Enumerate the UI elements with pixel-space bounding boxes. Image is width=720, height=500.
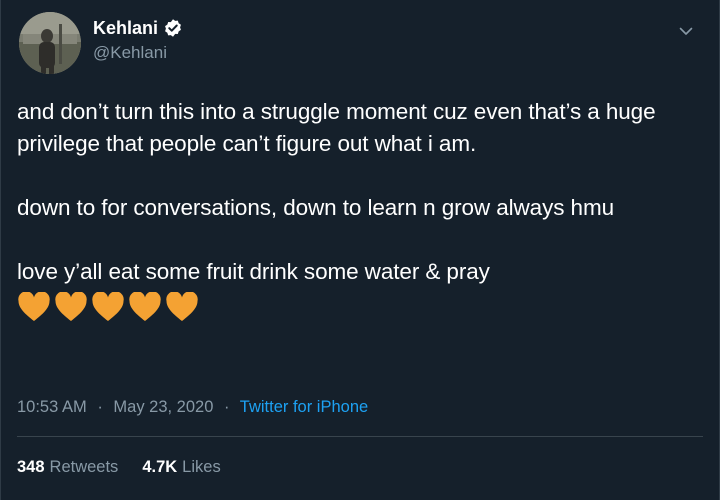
tweet-stats: 348 Retweets 4.7K Likes <box>17 458 221 477</box>
likes-label: Likes <box>182 458 221 476</box>
avatar[interactable] <box>19 12 81 74</box>
divider <box>17 436 703 437</box>
display-name[interactable]: Kehlani <box>93 18 158 39</box>
tweet-meta: 10:53 AM · May 23, 2020 · Twitter for iP… <box>17 398 368 417</box>
orange-heart-icon <box>17 291 51 322</box>
orange-heart-icon <box>128 291 162 322</box>
tweet-paragraph: love y’all eat some fruit drink some wat… <box>17 259 490 284</box>
meta-separator: · <box>97 398 103 416</box>
user-handle[interactable]: @Kehlani <box>93 43 183 63</box>
retweets-count: 348 <box>17 458 45 476</box>
chevron-down-icon[interactable] <box>677 22 695 40</box>
avatar-photo <box>19 12 81 74</box>
likes-count: 4.7K <box>142 458 178 476</box>
tweet-text: and don’t turn this into a struggle mome… <box>17 96 707 324</box>
tweet-paragraph: and don’t turn this into a struggle mome… <box>17 99 656 156</box>
retweets-label: Retweets <box>49 458 119 476</box>
tweet-time[interactable]: 10:53 AM <box>17 398 87 416</box>
orange-heart-icon <box>54 291 88 322</box>
emoji-row <box>17 290 707 324</box>
meta-separator: · <box>223 398 230 416</box>
display-name-row: Kehlani <box>93 16 183 40</box>
tweet-source-link[interactable]: Twitter for iPhone <box>240 398 368 416</box>
user-identity: Kehlani @Kehlani <box>93 16 183 63</box>
verified-badge-icon <box>163 18 183 38</box>
orange-heart-icon <box>165 291 199 322</box>
orange-heart-icon <box>91 291 125 322</box>
likes-stat[interactable]: 4.7K Likes <box>142 458 220 477</box>
tweet-paragraph: down to for conversations, down to learn… <box>17 195 615 220</box>
tweet-date[interactable]: May 23, 2020 <box>113 398 213 416</box>
retweets-stat[interactable]: 348 Retweets <box>17 458 118 477</box>
tweet-card: Kehlani @Kehlani and don’t turn this int… <box>0 0 720 500</box>
tweet-header: Kehlani @Kehlani <box>19 12 703 74</box>
